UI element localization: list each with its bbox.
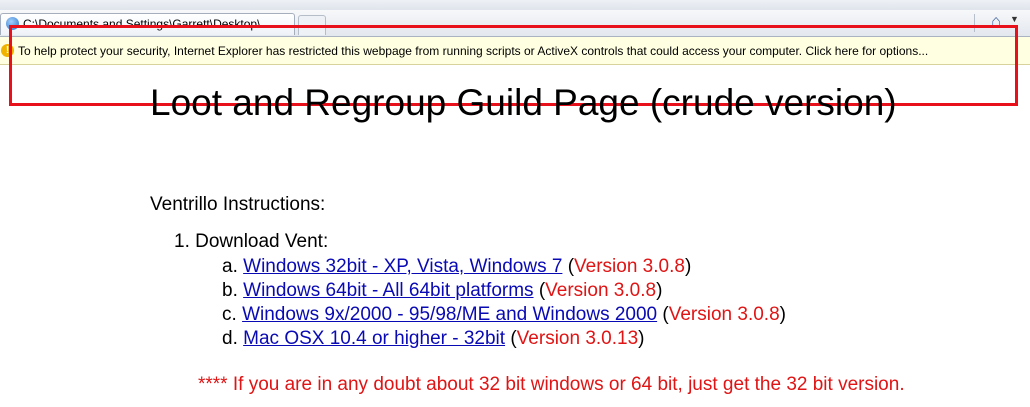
version-label: Version 3.0.8 (668, 304, 780, 325)
paren-open: ( (505, 328, 517, 349)
step-1: 1. Download Vent: (174, 231, 329, 252)
section-heading: Ventrillo Instructions: (150, 194, 326, 215)
paren-close: ) (684, 256, 692, 277)
download-link-win9x[interactable]: Windows 9x/2000 - 95/98/ME and Windows 2… (242, 304, 657, 325)
list-marker: c. (222, 304, 237, 325)
paren-open: ( (657, 304, 669, 325)
paren-close: ) (638, 328, 645, 349)
page-title: Loot and Regroup Guild Page (crude versi… (150, 82, 897, 123)
home-dropdown-arrow-icon[interactable]: ▼ (1010, 14, 1019, 24)
version-label: Version 3.0.13 (516, 328, 639, 349)
paren-open: ( (562, 256, 575, 277)
list-marker: b. (222, 280, 238, 301)
paren-close: ) (656, 280, 663, 301)
paren-close: ) (779, 304, 786, 325)
download-link-win64[interactable]: Windows 64bit - All 64bit platforms (243, 280, 533, 301)
list-marker: d. (222, 328, 238, 349)
download-link-mac[interactable]: Mac OSX 10.4 or higher - 32bit (243, 328, 505, 349)
bitness-note: **** If you are in any doubt about 32 bi… (198, 374, 905, 395)
download-item-c: c. Windows 9x/2000 - 95/98/ME and Window… (222, 304, 786, 326)
download-item-d: d. Mac OSX 10.4 or higher - 32bit (Versi… (222, 328, 644, 350)
download-item-b: b. Windows 64bit - All 64bit platforms (… (222, 280, 662, 302)
version-label: Version 3.0.8 (545, 280, 657, 301)
download-link-win32[interactable]: Windows 32bit - XP, Vista, Windows 7 (243, 256, 562, 277)
paren-open: ( (533, 280, 546, 301)
version-label: Version 3.0.8 (574, 256, 685, 277)
download-item-a: a. Windows 32bit - XP, Vista, Windows 7 … (222, 256, 691, 278)
list-marker: a. (222, 256, 238, 277)
